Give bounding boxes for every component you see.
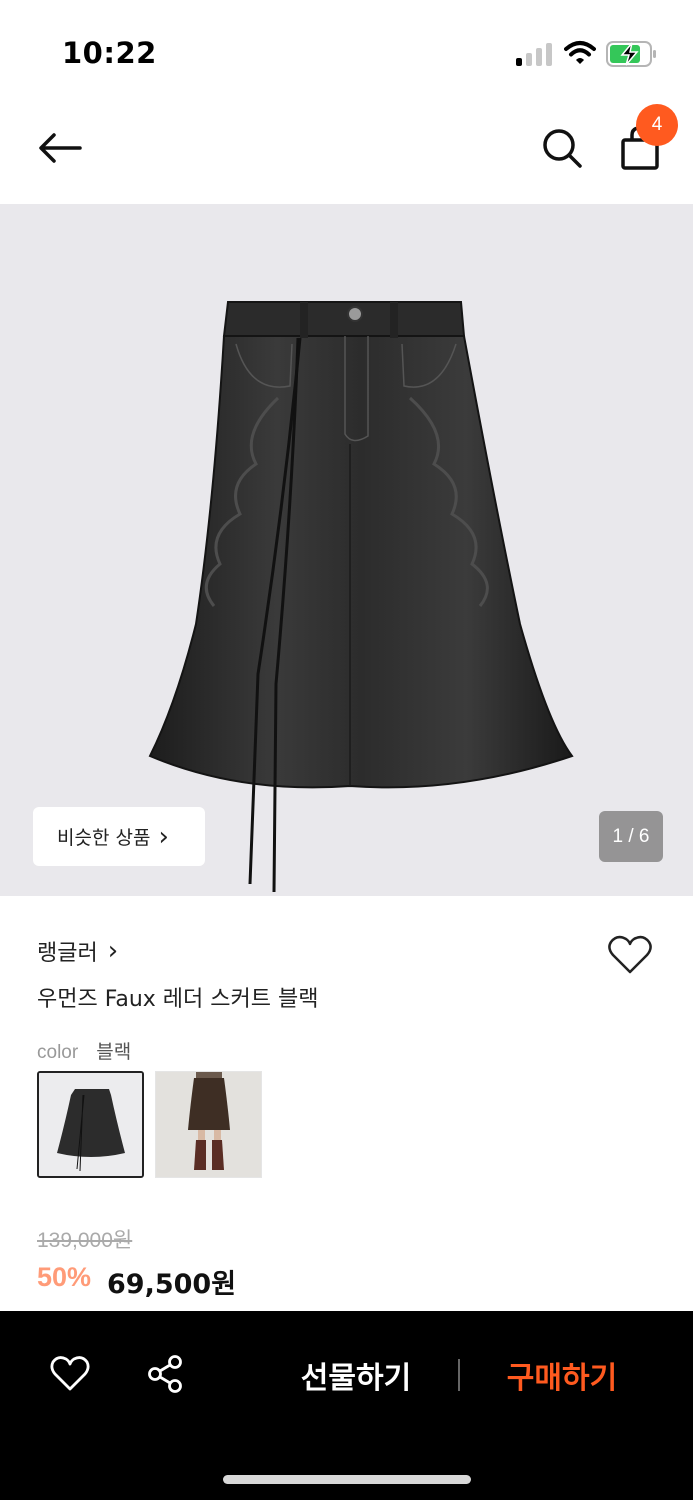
swatch-thumbnail bbox=[39, 1073, 142, 1176]
sale-price: 69,500원 bbox=[107, 1269, 237, 1300]
chevron-right-icon: › bbox=[107, 936, 119, 966]
status-time: 10:22 bbox=[62, 36, 157, 70]
color-value: 블랙 bbox=[96, 1041, 132, 1063]
brand-name: 랭글러 bbox=[37, 941, 98, 966]
wifi-icon bbox=[564, 41, 596, 64]
back-arrow-icon[interactable] bbox=[36, 128, 84, 168]
heart-icon[interactable] bbox=[607, 934, 653, 976]
status-bar: 10:22 bbox=[0, 0, 693, 100]
battery-charging-icon bbox=[606, 41, 656, 67]
gift-button[interactable]: 선물하기 bbox=[276, 1347, 436, 1403]
product-name: 우먼즈 Faux 레더 스커트 블랙 bbox=[37, 987, 319, 1012]
swatch-thumbnail bbox=[156, 1072, 261, 1177]
color-swatch-brown[interactable] bbox=[155, 1071, 262, 1178]
image-counter: 1 / 6 bbox=[599, 811, 663, 862]
button-divider bbox=[458, 1359, 460, 1391]
similar-products-button[interactable]: 비슷한 상품 › bbox=[33, 807, 205, 866]
product-image-carousel[interactable]: 비슷한 상품 › 1 / 6 bbox=[0, 204, 693, 896]
brand-link[interactable]: 랭글러 › bbox=[37, 935, 118, 967]
bottom-action-bar: 선물하기 구매하기 bbox=[0, 1311, 693, 1500]
search-icon[interactable] bbox=[540, 126, 584, 170]
chevron-right-icon: › bbox=[158, 821, 169, 852]
buy-button[interactable]: 구매하기 bbox=[482, 1347, 642, 1403]
similar-products-label: 비슷한 상품 bbox=[57, 827, 151, 849]
share-icon[interactable] bbox=[146, 1354, 184, 1394]
discount-rate: 50% bbox=[37, 1262, 92, 1292]
color-option-row: color 블랙 bbox=[37, 1037, 131, 1064]
cellular-signal-icon bbox=[516, 42, 554, 66]
product-photo bbox=[148, 301, 574, 893]
home-indicator[interactable] bbox=[223, 1475, 471, 1484]
cart-count-badge[interactable]: 4 bbox=[636, 104, 678, 146]
color-label: color bbox=[37, 1042, 79, 1063]
color-swatch-black[interactable] bbox=[37, 1071, 144, 1178]
heart-icon[interactable] bbox=[50, 1355, 90, 1393]
nav-bar: 4 bbox=[0, 100, 693, 204]
original-price: 139,000원 bbox=[37, 1229, 133, 1252]
